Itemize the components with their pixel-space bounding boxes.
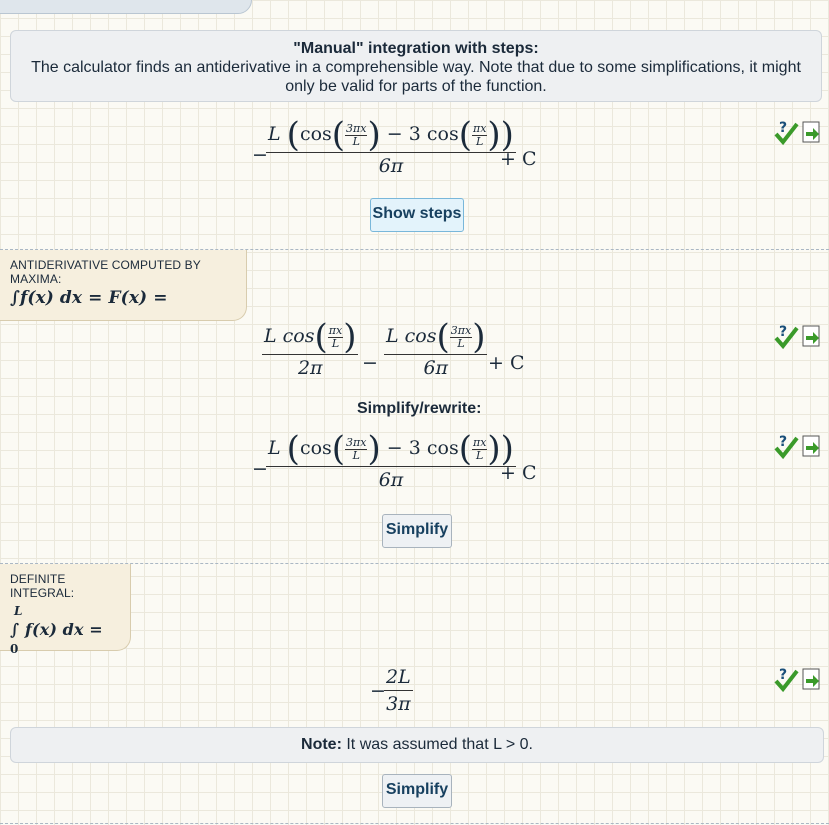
manual-integration-infobox: "Manual" integration with steps: The cal…: [10, 30, 822, 102]
definite-integral-result: − 2L 3π: [370, 666, 430, 716]
check-copy-icon[interactable]: ?: [773, 665, 823, 695]
note-text: It was assumed that L > 0.: [346, 736, 533, 753]
term1-l-cos: L cos: [264, 325, 315, 347]
assumption-note: Note: It was assumed that L > 0.: [10, 727, 824, 763]
integral-expression: ∫ f(x) dx =: [10, 620, 103, 639]
inner-den: L: [331, 336, 340, 350]
definite-integral-tag: DEFINITE INTEGRAL: L ∫ f(x) dx = 0: [0, 564, 131, 656]
note-label: Note:: [301, 736, 342, 753]
simplify-button[interactable]: Simplify: [382, 514, 452, 548]
fraction-numerator: 2L: [384, 666, 413, 691]
simplified-result: − L (cos(3πx L) − 3 cos(πx L)) 6π + C: [252, 429, 552, 504]
previous-section-tab: [0, 0, 252, 14]
result-fraction: 2L 3π: [384, 666, 413, 715]
svg-text:?: ?: [779, 434, 787, 450]
definite-formula: L ∫ f(x) dx = 0: [10, 600, 120, 656]
plus-constant: + C: [500, 148, 537, 170]
inner-den: L: [352, 448, 360, 462]
maxima-section-tag: ANTIDERIVATIVE COMPUTED BY MAXIMA: ∫f(x)…: [0, 250, 247, 321]
upper-limit: L: [14, 604, 23, 618]
term2-fraction: L cos(3πx L) 6π: [384, 317, 488, 379]
inner-fraction-a: 3πx L: [345, 121, 368, 148]
term2-numerator: L cos(3πx L): [384, 317, 488, 357]
inner-den: L: [352, 134, 360, 148]
fraction-denominator: 6π: [378, 155, 404, 177]
definite-label: DEFINITE INTEGRAL:: [10, 572, 75, 600]
term1-fraction: L cos(πx L) 2π: [262, 317, 359, 379]
inner-fraction-b: πx L: [471, 121, 488, 148]
plus-constant: + C: [500, 462, 537, 484]
svg-text:?: ?: [779, 667, 787, 683]
inner-num: 3πx: [449, 323, 473, 338]
cos-fn: cos: [299, 437, 332, 459]
check-copy-icon[interactable]: ?: [773, 432, 823, 462]
lower-limit: 0: [10, 642, 19, 656]
inner-num: 3πx: [345, 435, 368, 450]
term2-denominator: 6π: [423, 357, 449, 379]
inner-den: L: [457, 336, 465, 350]
svg-text:?: ?: [779, 324, 787, 340]
term1-inner-fraction: πx L: [327, 323, 344, 350]
inner-num: πx: [327, 323, 344, 338]
fraction-numerator: L (cos(3πx L) − 3 cos(πx L)): [266, 115, 516, 155]
simplify-button-2[interactable]: Simplify: [382, 774, 452, 808]
plus-constant: + C: [488, 352, 525, 374]
inner-num: πx: [471, 121, 488, 136]
inner-fraction-a: 3πx L: [345, 435, 368, 462]
manual-integration-title: "Manual" integration with steps:: [293, 40, 539, 57]
show-steps-button[interactable]: Show steps: [370, 198, 464, 232]
simplify-rewrite-label: Simplify/rewrite:: [357, 400, 482, 417]
maxima-antiderivative-result: L cos(πx L) 2π − L cos(3πx L) 6π + C: [262, 317, 562, 392]
section-divider: [0, 823, 829, 824]
manual-integration-text: The calculator finds an antiderivative i…: [31, 59, 801, 95]
fraction-denominator: 6π: [378, 469, 404, 491]
fraction-numerator: L (cos(3πx L) − 3 cos(πx L)): [266, 429, 516, 469]
fraction-denominator: 3π: [386, 693, 411, 715]
maxima-formula: ∫f(x) dx = F(x) =: [10, 288, 168, 308]
svg-text:?: ?: [779, 120, 787, 136]
term2-inner-fraction: 3πx L: [449, 323, 473, 350]
main-fraction: L (cos(3πx L) − 3 cos(πx L)) 6π: [266, 115, 516, 177]
minus-three-cos: − 3 cos: [386, 123, 459, 145]
minus-sign: −: [362, 352, 378, 374]
term2-l-cos: L cos: [386, 325, 437, 347]
inner-num: πx: [471, 435, 488, 450]
minus-three-cos: − 3 cos: [386, 437, 459, 459]
maxima-label: ANTIDERIVATIVE COMPUTED BY MAXIMA:: [10, 258, 201, 286]
check-copy-icon[interactable]: ?: [773, 118, 823, 148]
antiderivative-result-steps: − L (cos(3πx L) − 3 cos(πx L)) 6π + C: [252, 115, 552, 190]
inner-den: L: [476, 134, 484, 148]
term1-numerator: L cos(πx L): [262, 317, 359, 357]
main-fraction: L (cos(3πx L) − 3 cos(πx L)) 6π: [266, 429, 516, 491]
check-copy-icon[interactable]: ?: [773, 322, 823, 352]
inner-num: 3πx: [345, 121, 368, 136]
var-L: L: [268, 123, 281, 145]
inner-fraction-b: πx L: [471, 435, 488, 462]
cos-fn: cos: [299, 123, 332, 145]
inner-den: L: [476, 448, 484, 462]
term1-denominator: 2π: [297, 357, 323, 379]
var-L: L: [268, 437, 281, 459]
